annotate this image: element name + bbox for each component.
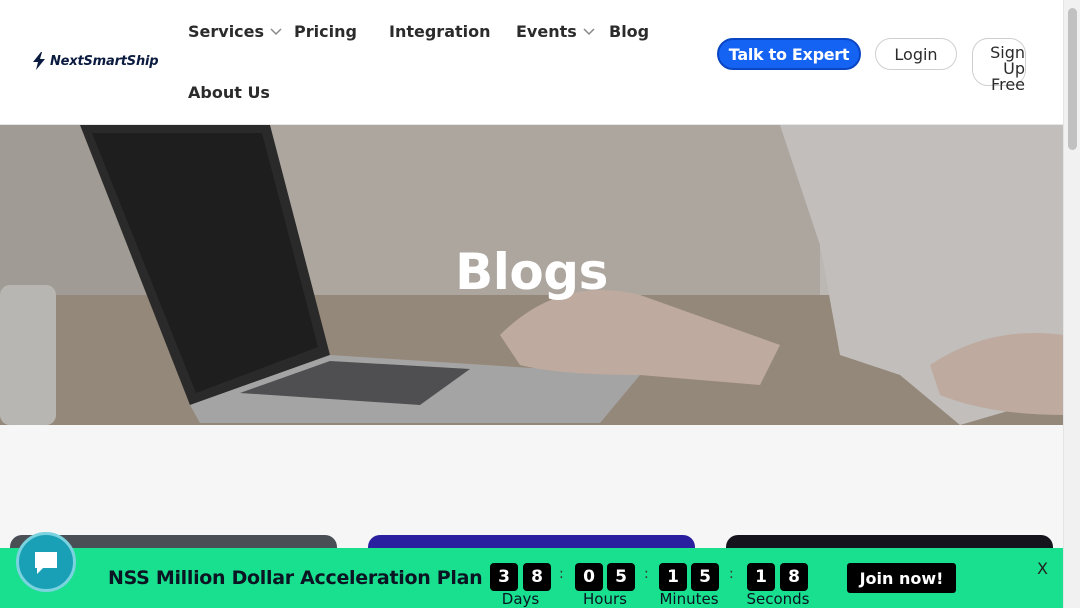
countdown-seconds-digit: 1 xyxy=(747,563,775,591)
nav-about[interactable]: About Us xyxy=(188,83,270,102)
countdown-minutes-digit: 1 xyxy=(659,563,687,591)
nav-about-label: About Us xyxy=(188,83,270,102)
join-now-button[interactable]: Join now! xyxy=(847,563,956,593)
countdown-minutes-digit: 5 xyxy=(691,563,719,591)
scrollbar-thumb[interactable] xyxy=(1068,8,1077,150)
countdown-hours-label: Hours xyxy=(583,590,627,608)
promo-close-button[interactable]: X xyxy=(1037,559,1048,578)
nav-blog-label: Blog xyxy=(609,22,650,41)
page-title: Blogs xyxy=(455,243,608,301)
countdown-seconds-digit: 8 xyxy=(780,563,808,591)
chevron-down-icon xyxy=(583,27,595,35)
chat-button[interactable] xyxy=(16,532,76,592)
nav-pricing-label: Pricing xyxy=(294,22,357,41)
hero-banner: Blogs xyxy=(0,125,1063,425)
brand-name: NextSmartShip xyxy=(50,53,159,69)
countdown-days-digit: 8 xyxy=(523,563,551,591)
nav-events[interactable]: Events xyxy=(516,22,595,41)
nav-blog[interactable]: Blog xyxy=(609,22,649,41)
nav-services[interactable]: Services xyxy=(188,22,282,41)
login-button[interactable]: Login xyxy=(875,38,957,70)
page-scrollbar[interactable] xyxy=(1063,0,1080,608)
countdown-hours-digit: 0 xyxy=(575,563,603,591)
countdown-minutes-label: Minutes xyxy=(659,590,719,608)
nav-integration[interactable]: Integration xyxy=(389,22,491,41)
brand-logo[interactable]: NextSmartShip xyxy=(32,52,159,70)
nav-integration-label: Integration xyxy=(389,22,491,41)
countdown-separator: : xyxy=(729,566,734,582)
chevron-down-icon xyxy=(270,27,282,35)
promo-title: NSS Million Dollar Acceleration Plan xyxy=(108,567,483,589)
talk-to-expert-button[interactable]: Talk to Expert xyxy=(717,38,861,70)
countdown-seconds-label: Seconds xyxy=(746,590,810,608)
lightning-bolt-icon xyxy=(33,52,45,70)
chat-bubble-icon xyxy=(35,552,57,574)
promo-bar: NSS Million Dollar Acceleration Plan 3 8… xyxy=(0,548,1063,608)
countdown-separator: : xyxy=(644,566,649,582)
countdown-days-label: Days xyxy=(501,590,540,608)
countdown-separator: : xyxy=(559,566,564,582)
nav-services-label: Services xyxy=(188,22,265,41)
nav-pricing[interactable]: Pricing xyxy=(294,22,357,41)
countdown-hours-digit: 5 xyxy=(607,563,635,591)
site-header: NextSmartShip Services Pricing Integrati… xyxy=(0,0,1063,125)
signup-button[interactable]: Sign Up Free xyxy=(972,38,1026,93)
nav-events-label: Events xyxy=(516,22,577,41)
countdown-days-digit: 3 xyxy=(490,563,518,591)
signup-label-line2: Up Free xyxy=(991,59,1025,94)
